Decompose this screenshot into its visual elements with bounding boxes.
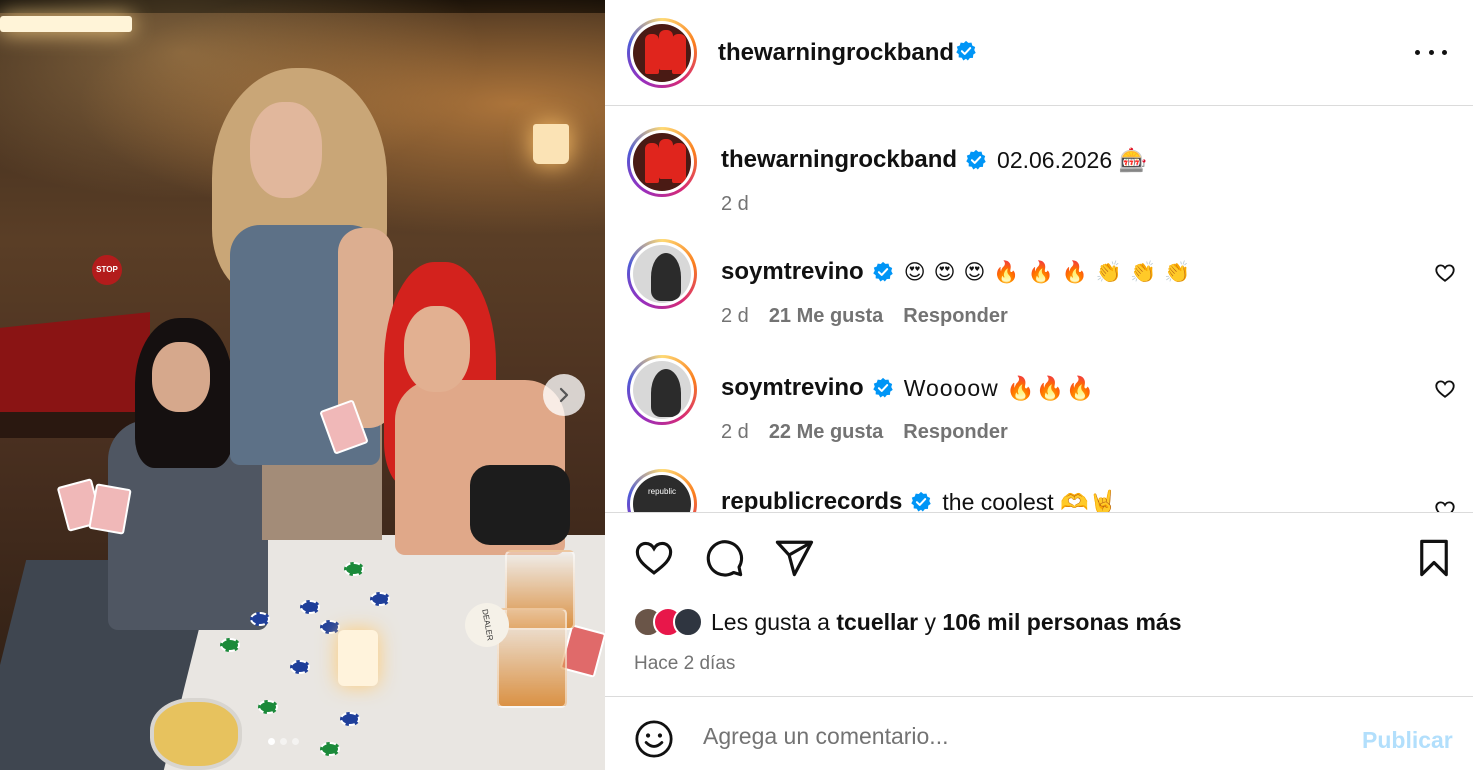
like-comment-heart-icon[interactable] xyxy=(1434,499,1456,512)
carousel-indicator xyxy=(268,738,299,745)
poker-chip xyxy=(320,620,340,634)
post-side-panel: thewarningrockband thewarningrockband 02… xyxy=(605,0,1473,770)
likes-user[interactable]: tcuellar xyxy=(836,609,918,635)
likes-text[interactable]: Les gusta a tcuellar y 106 mil personas … xyxy=(711,609,1182,636)
middle-person-face xyxy=(250,102,322,198)
more-options-button[interactable] xyxy=(1415,40,1447,64)
commenter-avatar[interactable] xyxy=(627,239,697,309)
caption-meta: 2 d xyxy=(721,193,749,216)
reply-button[interactable]: Responder xyxy=(903,305,1007,328)
comment-line: soymtrevino 😍😍😍🔥🔥🔥👏👏👏 xyxy=(721,258,1198,286)
left-person-face xyxy=(152,342,210,412)
poker-chip xyxy=(290,660,310,674)
post-image[interactable]: STOP DEALER xyxy=(0,0,605,770)
comment-likes[interactable]: 21 Me gusta xyxy=(769,305,883,328)
poker-chip xyxy=(320,742,340,756)
comment-username[interactable]: soymtrevino xyxy=(721,374,864,402)
comment-composer: Publicar xyxy=(605,698,1473,770)
post-actions: Les gusta a tcuellar y 106 mil personas … xyxy=(605,512,1473,697)
like-comment-heart-icon[interactable] xyxy=(1434,262,1456,284)
wall-lamp xyxy=(533,124,569,164)
save-bookmark-icon[interactable] xyxy=(1413,537,1455,579)
verified-badge-icon xyxy=(966,149,986,170)
carousel-dot xyxy=(292,738,299,745)
commenter-avatar[interactable]: republic xyxy=(627,469,697,512)
carousel-dot-active xyxy=(268,738,275,745)
more-dot xyxy=(1442,49,1447,55)
comment-line: republicrecords the coolest 🫶🤘 xyxy=(721,488,1117,512)
comment-username[interactable]: republicrecords xyxy=(721,488,902,512)
author-avatar[interactable] xyxy=(627,18,697,88)
comment-input[interactable] xyxy=(703,716,1343,756)
comment-time[interactable]: 2 d xyxy=(721,421,749,444)
comment-text: 😍😍😍🔥🔥🔥👏👏👏 xyxy=(903,260,1199,284)
comment-item: soymtrevino 😍😍😍🔥🔥🔥👏👏👏 2 d 21 Me gusta Re… xyxy=(605,239,1473,349)
comment-text: the coolest 🫶🤘 xyxy=(942,488,1118,513)
comment-time[interactable]: 2 d xyxy=(721,305,749,328)
caption-line: thewarningrockband 02.06.2026 🎰 xyxy=(721,146,1147,174)
comment-text: Woooow 🔥🔥🔥 xyxy=(903,374,1096,401)
caption: thewarningrockband 02.06.2026 🎰 2 d xyxy=(605,127,1473,237)
poker-chip xyxy=(220,638,240,652)
comment-meta: 2 d 22 Me gusta Responder xyxy=(721,421,1008,444)
commenter-avatar[interactable] xyxy=(627,355,697,425)
reply-button[interactable]: Responder xyxy=(903,421,1007,444)
like-heart-icon[interactable] xyxy=(633,537,675,579)
comment-likes[interactable]: 22 Me gusta xyxy=(769,421,883,444)
chevron-right-icon xyxy=(559,387,569,403)
stop-sign: STOP xyxy=(92,255,122,285)
comment-username[interactable]: soymtrevino xyxy=(721,258,864,286)
likes-prefix: Les gusta a xyxy=(711,608,830,635)
caption-time[interactable]: 2 d xyxy=(721,193,749,216)
poker-chip xyxy=(250,612,270,626)
chips-bowl xyxy=(150,698,242,770)
poker-chip xyxy=(370,592,390,606)
poker-chip xyxy=(344,562,364,576)
comment-line: soymtrevino Woooow 🔥🔥🔥 xyxy=(721,374,1095,402)
comment-bubble-icon[interactable] xyxy=(703,537,745,579)
carousel-dot xyxy=(280,738,287,745)
comments-list[interactable]: thewarningrockband 02.06.2026 🎰 2 d soym… xyxy=(605,107,1473,512)
verified-badge-icon xyxy=(956,40,976,61)
right-person-face xyxy=(404,306,470,392)
more-dot xyxy=(1428,49,1434,55)
likes-joiner: y xyxy=(924,608,937,635)
comment-meta: 2 d 21 Me gusta Responder xyxy=(721,305,1008,328)
publish-button[interactable]: Publicar xyxy=(1362,727,1453,754)
emoji-picker-icon[interactable] xyxy=(633,718,675,760)
right-person-top xyxy=(470,465,570,545)
candle xyxy=(338,630,378,686)
author-username[interactable]: thewarningrockband xyxy=(718,39,954,67)
verified-badge-icon xyxy=(873,261,893,282)
verified-badge-icon xyxy=(873,377,893,398)
comment-item: republic republicrecords the coolest 🫶🤘 xyxy=(605,469,1473,512)
post-date[interactable]: Hace 2 días xyxy=(634,653,735,675)
poker-chip xyxy=(258,700,278,714)
caption-text: 02.06.2026 🎰 xyxy=(997,146,1148,173)
avatar-label: republic xyxy=(647,487,676,496)
like-comment-heart-icon[interactable] xyxy=(1434,378,1456,400)
poker-chip xyxy=(300,600,320,614)
comment-item: soymtrevino Woooow 🔥🔥🔥 2 d 22 Me gusta R… xyxy=(605,355,1473,465)
liker-avatar xyxy=(673,607,703,637)
likes-others[interactable]: 106 mil personas más xyxy=(942,609,1181,635)
post-header: thewarningrockband xyxy=(605,0,1473,106)
poker-chip xyxy=(340,712,360,726)
caption-username[interactable]: thewarningrockband xyxy=(721,146,957,174)
share-send-icon[interactable] xyxy=(773,537,815,579)
next-image-button[interactable] xyxy=(543,374,585,416)
caption-avatar[interactable] xyxy=(627,127,697,197)
ceiling-lamp xyxy=(0,16,132,32)
more-dot xyxy=(1415,49,1420,55)
likes-summary: Les gusta a tcuellar y 106 mil personas … xyxy=(633,607,1182,637)
verified-badge-icon xyxy=(911,491,932,512)
